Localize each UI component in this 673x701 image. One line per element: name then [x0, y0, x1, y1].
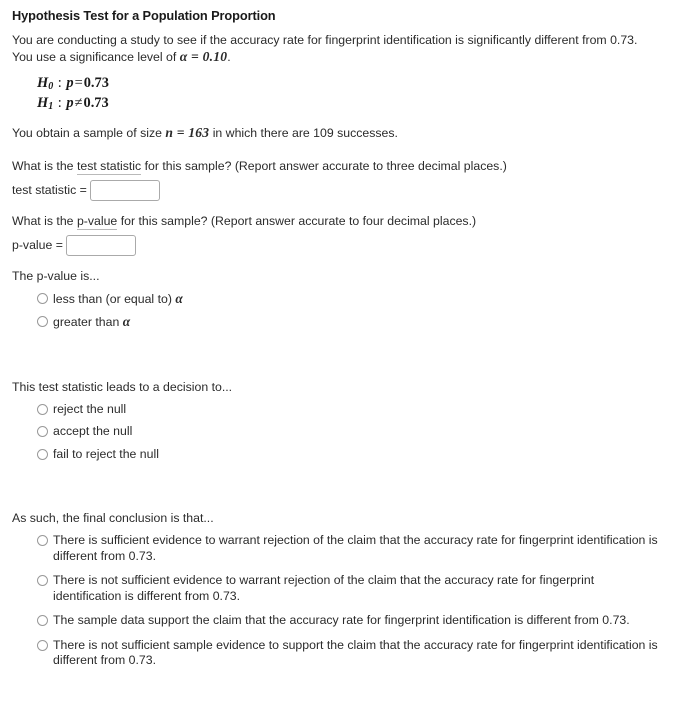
radio-icon[interactable] — [37, 426, 48, 438]
sample-size-equals: = — [173, 125, 189, 141]
page-title: Hypothesis Test for a Population Proport… — [12, 8, 276, 23]
alt-hypothesis-param: p — [66, 95, 74, 112]
option-label: There is sufficient evidence to warrant … — [53, 533, 658, 563]
alpha-equals: = — [187, 48, 203, 64]
conclusion-options: There is sufficient evidence to warrant … — [12, 533, 661, 669]
radio-icon[interactable] — [37, 575, 48, 587]
alternative-hypothesis: H1 : p≠0.73 — [37, 95, 661, 115]
test-statistic-question-part1: What is the — [12, 158, 77, 173]
alpha-symbol: α — [175, 290, 183, 306]
option-label: greater than α — [53, 314, 130, 331]
option-label: fail to reject the null — [53, 446, 159, 461]
alt-hypothesis-colon: : — [54, 95, 66, 112]
radio-icon[interactable] — [37, 403, 48, 415]
test-statistic-input[interactable] — [89, 179, 160, 201]
intro-text: You are conducting a study to see if the… — [12, 33, 638, 64]
null-hypothesis-symbol: H — [37, 75, 49, 91]
decision-prompt: This test statistic leads to a decision … — [12, 379, 233, 394]
null-hypothesis-operator: = — [74, 75, 83, 91]
alpha-value: 0.10 — [202, 48, 228, 64]
p-value-input[interactable] — [65, 234, 136, 256]
radio-icon[interactable] — [37, 615, 48, 627]
option-accept-the-null[interactable]: accept the null — [37, 424, 661, 440]
option-fail-to-reject-the-null[interactable]: fail to reject the null — [37, 447, 661, 463]
test-statistic-term-link[interactable]: test statistic — [76, 158, 142, 175]
sample-text-before: You obtain a sample of size — [12, 126, 166, 141]
option-label: accept the null — [53, 424, 133, 439]
null-hypothesis-value: 0.73 — [83, 75, 109, 91]
p-value-compare-prompt: The p-value is... — [12, 268, 100, 283]
p-value-question-part1: What is the — [12, 213, 77, 228]
p-value-term-link[interactable]: p-value — [76, 213, 118, 230]
test-statistic-label: test statistic = — [12, 182, 87, 197]
sample-size-value: 163 — [188, 125, 210, 141]
null-hypothesis-param: p — [66, 75, 74, 91]
option-reject-the-null[interactable]: reject the null — [37, 402, 661, 418]
option-text: less than (or equal to) — [53, 291, 176, 306]
alt-hypothesis-operator: ≠ — [74, 95, 83, 112]
option-not-sufficient-sample-evidence-support[interactable]: There is not sufficient sample evidence … — [37, 638, 661, 669]
test-statistic-question: What is the test statistic for this samp… — [12, 158, 661, 175]
alpha-symbol: α — [122, 314, 131, 330]
hypotheses-block: H0 : p=0.73 H1 : p≠0.73 — [12, 75, 661, 115]
radio-icon[interactable] — [37, 316, 48, 328]
option-text: greater than — [53, 315, 123, 330]
option-label: There is not sufficient sample evidence … — [53, 637, 658, 668]
option-label: reject the null — [53, 401, 127, 416]
intro-paragraph: You are conducting a study to see if the… — [12, 32, 648, 65]
p-value-question: What is the p-value for this sample? (Re… — [12, 213, 661, 230]
option-sample-data-support[interactable]: The sample data support the claim that t… — [37, 613, 661, 629]
worksheet-page: Hypothesis Test for a Population Proport… — [0, 0, 673, 669]
option-p-less-than-alpha[interactable]: less than (or equal to) α — [37, 291, 661, 308]
sample-paragraph: You obtain a sample of size n = 163 in w… — [12, 125, 648, 142]
p-value-compare-options: less than (or equal to) α greater than α — [12, 291, 661, 331]
radio-icon[interactable] — [37, 535, 48, 547]
option-label: There is not sufficient evidence to warr… — [53, 573, 595, 603]
option-not-sufficient-evidence-reject[interactable]: There is not sufficient evidence to warr… — [37, 573, 661, 604]
option-sufficient-evidence-reject[interactable]: There is sufficient evidence to warrant … — [37, 533, 661, 564]
p-value-label: p-value = — [12, 237, 63, 252]
p-value-question-part2: for this sample? (Report answer accurate… — [117, 213, 477, 228]
conclusion-prompt: As such, the final conclusion is that... — [12, 511, 214, 526]
radio-icon[interactable] — [37, 639, 48, 651]
test-statistic-answer-row: test statistic = — [12, 179, 661, 201]
sample-text-after: in which there are 109 successes. — [209, 126, 398, 141]
alt-hypothesis-symbol: H — [37, 95, 49, 112]
radio-icon[interactable] — [37, 292, 48, 304]
intro-period: . — [227, 49, 231, 64]
alt-hypothesis-value: 0.73 — [83, 95, 109, 112]
null-hypothesis-colon: : — [54, 75, 66, 91]
option-label: less than (or equal to) α — [53, 291, 183, 308]
option-label: The sample data support the claim that t… — [53, 613, 630, 628]
option-p-greater-than-alpha[interactable]: greater than α — [37, 314, 661, 331]
test-statistic-question-part2: for this sample? (Report answer accurate… — [141, 158, 507, 173]
sample-size-symbol: n — [165, 125, 174, 141]
radio-icon[interactable] — [37, 448, 48, 460]
p-value-answer-row: p-value = — [12, 234, 661, 256]
decision-options: reject the null accept the null fail to … — [12, 402, 661, 463]
null-hypothesis: H0 : p=0.73 — [37, 75, 661, 95]
